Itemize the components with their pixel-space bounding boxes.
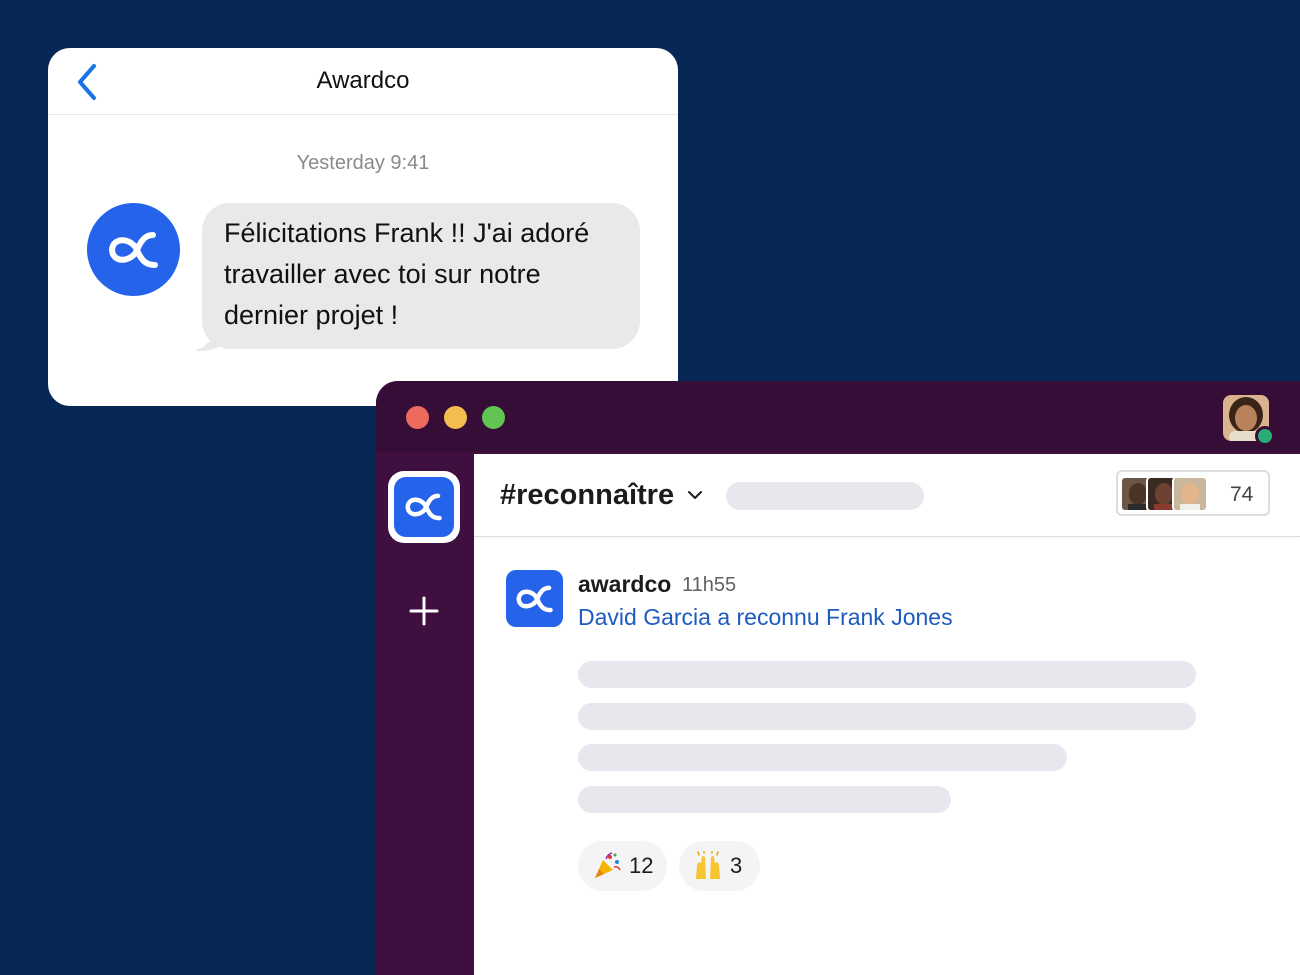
reaction-count: 3 xyxy=(730,853,743,878)
stage: Awardco Yesterday 9:41 Félicitations Fra… xyxy=(0,0,1300,975)
message-content-placeholder xyxy=(578,786,951,813)
awardco-logo-icon xyxy=(108,231,158,268)
member-count: 74 xyxy=(1230,483,1254,506)
online-status-dot xyxy=(1255,426,1275,446)
message-content-placeholder xyxy=(578,744,1067,771)
channel-main-pane: #reconnaître 74 awardco 11h55 David Garc… xyxy=(474,454,1300,975)
awardco-avatar xyxy=(87,203,180,296)
awardco-logo-icon xyxy=(405,493,442,521)
workspace-awardco-button[interactable] xyxy=(388,471,460,543)
slack-window: #reconnaître 74 awardco 11h55 David Garc… xyxy=(376,381,1300,975)
channel-name[interactable]: #reconnaître xyxy=(500,479,674,512)
reaction-count: 12 xyxy=(629,853,654,878)
window-titlebar xyxy=(376,381,1300,452)
channel-topic-placeholder xyxy=(726,482,924,510)
workspace-sidebar xyxy=(376,452,473,975)
sms-conversation-card: Awardco Yesterday 9:41 Félicitations Fra… xyxy=(48,48,678,406)
message-content-placeholder xyxy=(578,703,1196,730)
close-window-button[interactable] xyxy=(406,406,429,429)
sms-header: Awardco xyxy=(48,48,678,115)
awardco-bot-avatar[interactable] xyxy=(506,570,563,627)
sms-timestamp: Yesterday 9:41 xyxy=(296,152,430,174)
reaction-raising-hands[interactable]: 3 xyxy=(679,841,760,891)
reaction-party-popper[interactable]: 12 xyxy=(578,841,667,891)
channel-members-button[interactable]: 74 xyxy=(1116,470,1270,516)
member-avatar xyxy=(1172,476,1208,512)
sms-message-text: Félicitations Frank !! J'ai adoré travai… xyxy=(202,203,640,349)
maximize-window-button[interactable] xyxy=(482,406,505,429)
chevron-down-icon[interactable] xyxy=(687,489,703,501)
party-popper-icon xyxy=(595,852,621,878)
message-content-placeholder xyxy=(578,661,1196,688)
add-workspace-plus-icon[interactable] xyxy=(406,593,442,629)
minimize-window-button[interactable] xyxy=(444,406,467,429)
sms-contact-title: Awardco xyxy=(316,67,410,94)
message-timestamp[interactable]: 11h55 xyxy=(682,574,736,597)
recognition-link[interactable]: David Garcia a reconnu Frank Jones xyxy=(578,604,953,631)
workspace-icon xyxy=(394,477,454,537)
raising-hands-icon xyxy=(696,851,720,879)
sms-message-bubble: Félicitations Frank !! J'ai adoré travai… xyxy=(192,203,642,353)
message-author[interactable]: awardco xyxy=(578,571,671,598)
awardco-logo-icon xyxy=(515,585,553,612)
channel-header: #reconnaître 74 xyxy=(474,454,1300,537)
